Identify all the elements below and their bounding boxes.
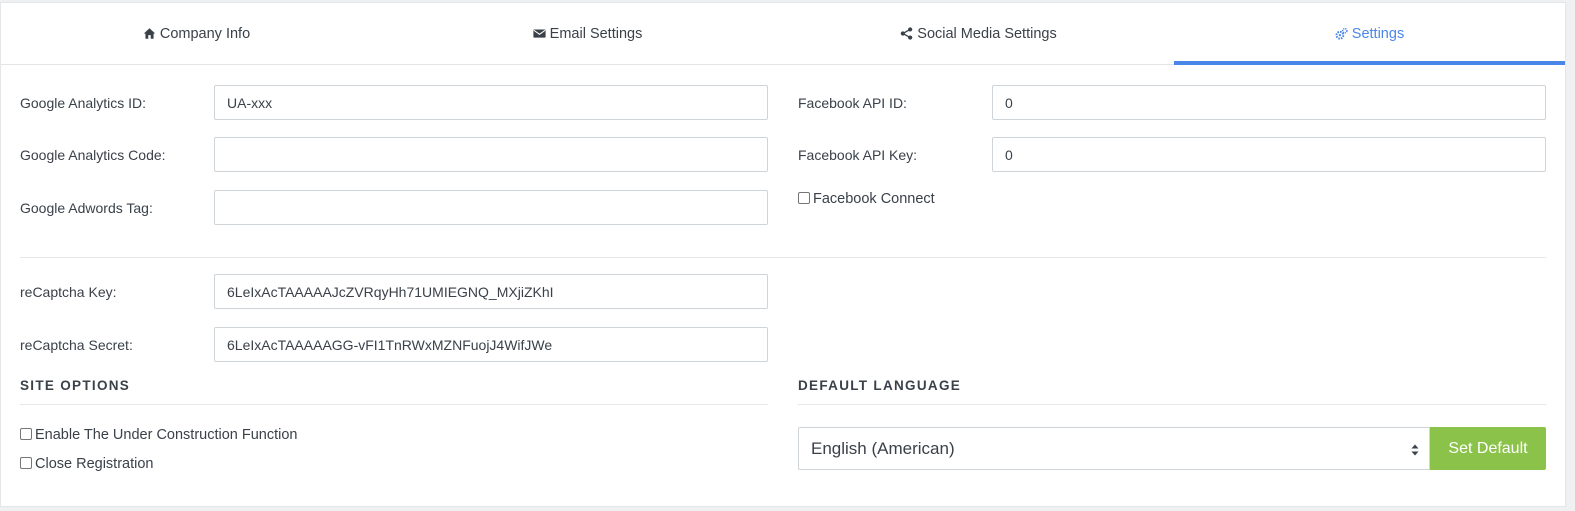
facebook-connect-label: Facebook Connect: [813, 191, 935, 207]
facebook-api-key-label: Facebook API Key:: [798, 147, 918, 163]
default-language-selected: English (American): [811, 438, 955, 458]
recaptcha-secret-input[interactable]: [214, 327, 768, 362]
default-language-select[interactable]: English (American): [798, 427, 1430, 470]
default-language-title: DEFAULT LANGUAGE: [798, 378, 962, 393]
close-registration-option[interactable]: Close Registration: [20, 456, 153, 472]
settings-tabs: Company Info Email Settings Social Media…: [1, 3, 1565, 65]
tab-label: Company Info: [159, 25, 251, 42]
facebook-api-key-input[interactable]: [992, 137, 1546, 172]
tab-company-info[interactable]: Company Info: [1, 3, 392, 64]
under-construction-option[interactable]: Enable The Under Construction Function: [20, 427, 298, 443]
google-analytics-id-input[interactable]: [214, 85, 768, 120]
envelope-icon: [533, 27, 546, 40]
cogs-icon: [1335, 27, 1348, 40]
facebook-connect-checkbox[interactable]: [798, 192, 810, 204]
tab-label: Email Settings: [549, 25, 643, 42]
tab-label: Social Media Settings: [917, 25, 1057, 42]
tab-settings[interactable]: Settings: [1174, 3, 1565, 65]
home-icon: [143, 27, 156, 40]
google-adwords-tag-input[interactable]: [214, 190, 768, 225]
facebook-api-id-label: Facebook API ID:: [798, 95, 907, 111]
facebook-connect-option[interactable]: Facebook Connect: [798, 191, 935, 207]
default-language-divider: [798, 404, 1546, 405]
recaptcha-key-label: reCaptcha Key:: [20, 284, 117, 300]
select-caret-icon: [1411, 442, 1419, 456]
google-adwords-tag-label: Google Adwords Tag:: [20, 200, 153, 216]
under-construction-label: Enable The Under Construction Function: [35, 427, 298, 443]
settings-panel: Company Info Email Settings Social Media…: [0, 2, 1566, 507]
tab-social-media-settings[interactable]: Social Media Settings: [783, 3, 1174, 64]
google-analytics-code-input[interactable]: [214, 137, 768, 172]
recaptcha-key-input[interactable]: [214, 274, 768, 309]
google-analytics-id-label: Google Analytics ID:: [20, 95, 147, 111]
tab-label: Settings: [1351, 25, 1405, 42]
section-divider: [20, 257, 1546, 258]
share-icon: [900, 27, 913, 40]
google-analytics-code-label: Google Analytics Code:: [20, 147, 166, 163]
close-registration-label: Close Registration: [35, 456, 154, 472]
site-options-title: SITE OPTIONS: [20, 378, 131, 393]
close-registration-checkbox[interactable]: [20, 457, 32, 469]
recaptcha-secret-label: reCaptcha Secret:: [20, 337, 133, 353]
under-construction-checkbox[interactable]: [20, 428, 32, 440]
tab-email-settings[interactable]: Email Settings: [392, 3, 783, 64]
set-default-button[interactable]: Set Default: [1430, 427, 1546, 470]
facebook-api-id-input[interactable]: [992, 85, 1546, 120]
site-options-divider: [20, 404, 768, 405]
